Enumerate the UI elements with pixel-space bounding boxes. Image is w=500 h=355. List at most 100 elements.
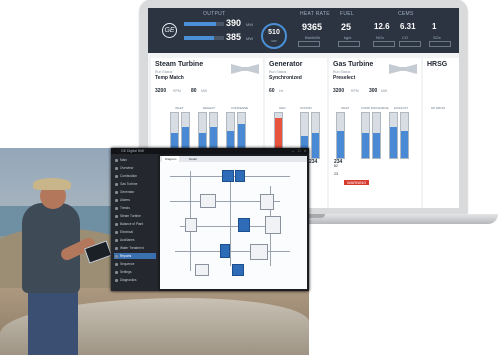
section-status-label: Run Status — [269, 70, 287, 74]
level-gauge — [389, 112, 398, 159]
sidebar-item-label: Auxiliaries — [120, 238, 135, 242]
sidebar-item[interactable]: Main — [114, 157, 156, 163]
output-label: OUTPUT — [203, 11, 226, 17]
sidebar-item[interactable]: Electrical — [114, 229, 156, 235]
steam-turbine-icon — [231, 64, 259, 74]
sidebar-item[interactable]: Overview — [114, 165, 156, 171]
nox-box — [373, 41, 395, 47]
sidebar-item-icon — [115, 246, 118, 250]
section-status-label: Run Status — [333, 70, 351, 74]
sidebar-item-icon — [115, 262, 118, 266]
cems-unit-co: CO — [402, 35, 408, 40]
sidebar-item[interactable]: Water Treatment — [114, 245, 156, 251]
close-icon[interactable]: × — [303, 149, 307, 153]
sidebar-item[interactable]: Balance of Plant — [114, 221, 156, 227]
sidebar-item[interactable]: Diagnostics — [114, 277, 156, 283]
sidebar-item[interactable]: Gas Turbine — [114, 181, 156, 187]
section-speed: 3200 — [155, 88, 167, 94]
gas-turbine-icon — [389, 64, 417, 74]
sidebar-item-icon — [115, 222, 118, 226]
sidebar-item-icon — [115, 198, 118, 202]
sidebar-item[interactable]: Steam Turbine — [114, 213, 156, 219]
diagram-node-valve[interactable] — [220, 244, 230, 258]
sidebar-item-icon — [115, 238, 118, 242]
section-hrsg[interactable]: HRSG — [423, 58, 459, 208]
sidebar-item-icon — [115, 254, 118, 258]
level-gauge — [361, 112, 370, 159]
diagram-node[interactable] — [250, 244, 268, 260]
tab-detail[interactable]: Detail — [186, 156, 200, 162]
sidebar-item-label: Steam Turbine — [120, 214, 141, 218]
diagram-node[interactable] — [265, 216, 281, 234]
hmi-window[interactable]: GE Digital HMI – □ × Main Overview Combust… — [111, 148, 309, 291]
output-value-1: 390 — [226, 18, 242, 28]
sidebar-item-icon — [115, 206, 118, 210]
fuel-unit: kg/s — [344, 35, 352, 40]
warning-badge: WARNING — [344, 180, 370, 185]
sidebar-item-label: Balance of Plant — [120, 222, 144, 226]
output-dial: 510 MW — [261, 23, 287, 49]
level-gauge — [336, 112, 345, 159]
sidebar-item[interactable]: Trends — [114, 205, 156, 211]
maximize-icon[interactable]: □ — [297, 149, 301, 153]
heat-rate-label: HEAT RATE — [300, 11, 330, 17]
hmi-sidebar: Main Overview Combustion Gas Turbine Generat… — [111, 154, 158, 291]
heat-rate-box — [298, 41, 320, 47]
sidebar-item-icon — [115, 230, 118, 234]
status-value-b: 23 — [334, 172, 338, 176]
section-title: Gas Turbine — [333, 61, 374, 68]
sidebar-item[interactable]: Combustion — [114, 173, 156, 179]
diagram-node-pump[interactable] — [232, 264, 244, 276]
sidebar-item[interactable]: Alarms — [114, 197, 156, 203]
heat-rate-unit: Btu/kWh — [305, 35, 321, 40]
sidebar-item-label: Combustion — [120, 174, 138, 178]
section-speed: 3200 — [333, 88, 345, 94]
sidebar-item[interactable]: Reports — [114, 253, 156, 259]
gauge-group-label: CONDENSE — [231, 106, 249, 110]
fuel-value: 25 — [341, 22, 352, 32]
section-title: Steam Turbine — [155, 61, 204, 68]
diagram-node-pump[interactable] — [222, 170, 234, 182]
tab-diagram[interactable]: Diagram — [162, 156, 180, 162]
minimize-icon[interactable]: – — [291, 149, 295, 153]
sidebar-item-label: Settings — [120, 270, 132, 274]
sidebar-item[interactable]: Settings — [114, 269, 156, 275]
sidebar-item-icon — [115, 166, 118, 170]
sidebar-item-label: Generator — [120, 190, 135, 194]
sidebar-item[interactable]: Auxiliaries — [114, 237, 156, 243]
output-value-2: 385 — [226, 32, 242, 42]
hmi-diagram-canvas[interactable]: Diagram Detail — [160, 156, 307, 289]
sidebar-item-icon — [115, 270, 118, 274]
person-legs — [28, 288, 78, 355]
sidebar-item-label: Electrical — [120, 230, 133, 234]
section-status: Temp Match — [155, 75, 184, 81]
status-value-a: 82 — [334, 164, 338, 168]
gauge-group-label: INLET — [341, 106, 350, 110]
diagram-node[interactable] — [195, 264, 209, 276]
level-gauge — [372, 112, 381, 159]
section-status: Synchronized — [269, 75, 302, 81]
fuel-box — [338, 41, 360, 47]
cems-value-co: 6.31 — [400, 22, 416, 31]
output-unit-2: MW — [246, 36, 254, 41]
sox-box — [429, 41, 451, 47]
sidebar-item[interactable]: Generator — [114, 189, 156, 195]
cems-value-nox: 12.6 — [374, 22, 390, 31]
fuel-label: FUEL — [340, 11, 354, 17]
sidebar-item[interactable]: Sequence — [114, 261, 156, 267]
cems-value-sox: 1 — [432, 22, 437, 31]
gauge-group-label: STATOR — [300, 106, 312, 110]
dial-unit: MW — [271, 39, 277, 43]
section-frequency: 60 — [269, 88, 275, 94]
diagram-node-pump[interactable] — [235, 170, 245, 182]
diagram-node[interactable] — [200, 194, 216, 208]
diagram-node-valve[interactable] — [238, 218, 250, 232]
sidebar-item-label: Trends — [120, 206, 130, 210]
section-output: 80 — [191, 88, 197, 94]
diagram-node[interactable] — [185, 218, 197, 232]
hmi-tabbar: Diagram Detail — [160, 156, 307, 162]
diagram-node[interactable] — [260, 194, 274, 210]
sidebar-item-label: Alarms — [120, 198, 130, 202]
output-bar-1 — [184, 22, 224, 26]
sidebar-item-icon — [115, 182, 118, 186]
